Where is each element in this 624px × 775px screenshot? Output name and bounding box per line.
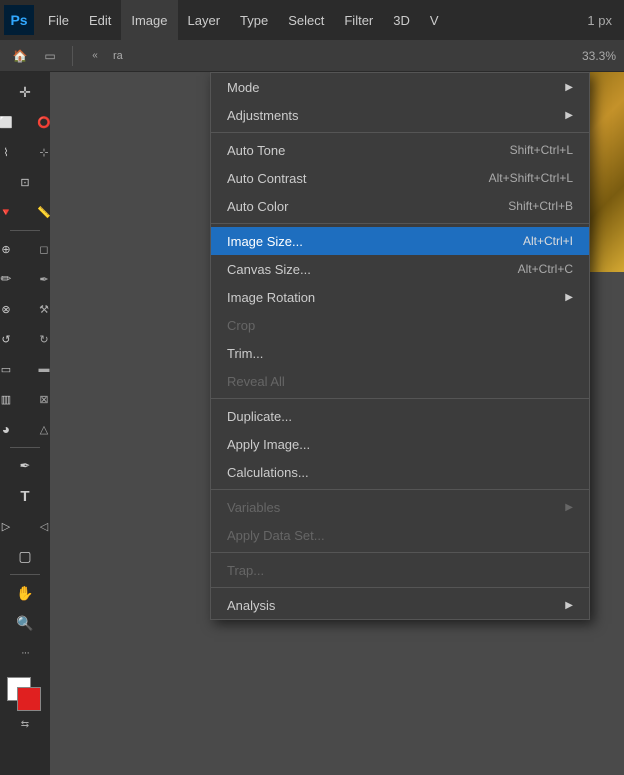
analysis-arrow-icon: ▶	[565, 600, 573, 611]
more-tools[interactable]: ···	[7, 639, 43, 667]
menu-item-image-rotation[interactable]: Image Rotation ▶	[211, 283, 589, 311]
menu-item-canvas-size[interactable]: Canvas Size... Alt+Ctrl+C	[211, 255, 589, 283]
secondary-toolbar: 🏠 ▭ « ra 33.3%	[0, 40, 624, 72]
image-dropdown-menu: Mode ▶ Adjustments ▶ Auto Tone Shift+Ctr…	[210, 72, 590, 620]
menu-item-trap: Trap...	[211, 556, 589, 584]
tool-separator-2	[10, 447, 40, 448]
toolbar-separator	[72, 46, 73, 66]
menu-select[interactable]: Select	[278, 0, 334, 40]
lasso-tool[interactable]: ⌇	[0, 138, 24, 166]
color-swatches	[7, 677, 43, 713]
spot-healing-tool[interactable]: ⊕	[0, 235, 24, 263]
menu-edit[interactable]: Edit	[79, 0, 121, 40]
text-tool[interactable]: T	[7, 482, 43, 510]
new-doc-icon[interactable]: ▭	[38, 44, 62, 68]
hand-tool[interactable]: ✋	[7, 579, 43, 607]
home-icon[interactable]: 🏠	[8, 44, 32, 68]
path-selection-tool[interactable]: ▷	[0, 512, 24, 540]
history-brush-tool[interactable]: ↺	[0, 325, 24, 353]
menu-view[interactable]: V	[420, 0, 449, 40]
menu-item-adjustments[interactable]: Adjustments ▶	[211, 101, 589, 129]
tool-separator-3	[10, 574, 40, 575]
menu-item-crop: Crop	[211, 311, 589, 339]
variables-arrow-icon: ▶	[565, 502, 573, 513]
gradient-tool[interactable]: ▥	[0, 385, 24, 413]
dodge-tool[interactable]: ◕	[0, 415, 24, 443]
shape-tool[interactable]: ▢	[7, 542, 43, 570]
crop-tool[interactable]: ⊡	[7, 168, 43, 196]
menu-divider-3	[211, 398, 589, 399]
menu-item-auto-color[interactable]: Auto Color Shift+Ctrl+B	[211, 192, 589, 220]
foreground-color-swatch[interactable]	[17, 687, 41, 711]
menu-item-image-size[interactable]: Image Size... Alt+Ctrl+I	[211, 227, 589, 255]
toolbar-mode-label: ra	[113, 50, 123, 62]
menu-divider-1	[211, 132, 589, 133]
menu-file[interactable]: File	[38, 0, 79, 40]
ps-logo: Ps	[4, 5, 34, 35]
eraser-tool[interactable]: ▭	[0, 355, 24, 383]
menu-bar-right: 1 px	[587, 13, 620, 28]
menu-item-auto-contrast[interactable]: Auto Contrast Alt+Shift+Ctrl+L	[211, 164, 589, 192]
menu-divider-6	[211, 587, 589, 588]
tool-separator-1	[10, 230, 40, 231]
menu-3d[interactable]: 3D	[383, 0, 420, 40]
left-sidebar: ✛ ⬜ ⭕ ⌇ ⊹ ⊡ 🔻 📏 ⊕ ◻ ✏ ✒ ⊗ ⚒ ↺ ↻	[0, 72, 50, 775]
menu-filter[interactable]: Filter	[334, 0, 383, 40]
adjustments-arrow-icon: ▶	[565, 110, 573, 121]
collapse-icon[interactable]: «	[83, 44, 107, 68]
pen-tool[interactable]: ✒	[7, 452, 43, 480]
menu-image[interactable]: Image	[121, 0, 177, 40]
menu-type[interactable]: Type	[230, 0, 278, 40]
eyedropper-tool[interactable]: 🔻	[0, 198, 24, 226]
menu-item-reveal-all: Reveal All	[211, 367, 589, 395]
zoom-level: 33.3%	[582, 49, 616, 63]
swap-colors-icon[interactable]: ⇆	[21, 719, 29, 730]
image-rotation-arrow-icon: ▶	[565, 292, 573, 303]
menu-item-auto-tone[interactable]: Auto Tone Shift+Ctrl+L	[211, 136, 589, 164]
mode-arrow-icon: ▶	[565, 82, 573, 93]
menu-item-variables: Variables ▶	[211, 493, 589, 521]
menu-item-trim[interactable]: Trim...	[211, 339, 589, 367]
move-tool[interactable]: ✛	[7, 78, 43, 106]
menu-divider-5	[211, 552, 589, 553]
menu-item-mode[interactable]: Mode ▶	[211, 73, 589, 101]
canvas-area: Mode ▶ Adjustments ▶ Auto Tone Shift+Ctr…	[50, 72, 624, 775]
menu-item-calculations[interactable]: Calculations...	[211, 458, 589, 486]
menu-item-analysis[interactable]: Analysis ▶	[211, 591, 589, 619]
menu-item-apply-data-set: Apply Data Set...	[211, 521, 589, 549]
zoom-tool[interactable]: 🔍	[7, 609, 43, 637]
rectangular-marquee-tool[interactable]: ⬜	[0, 108, 24, 136]
menu-layer[interactable]: Layer	[178, 0, 231, 40]
menu-item-duplicate[interactable]: Duplicate...	[211, 402, 589, 430]
clone-stamp-tool[interactable]: ⊗	[0, 295, 24, 323]
menu-divider-4	[211, 489, 589, 490]
brush-tool[interactable]: ✏	[0, 265, 24, 293]
menu-divider-2	[211, 223, 589, 224]
menu-item-apply-image[interactable]: Apply Image...	[211, 430, 589, 458]
menu-bar: Ps File Edit Image Layer Type Select Fil…	[0, 0, 624, 40]
main-area: ✛ ⬜ ⭕ ⌇ ⊹ ⊡ 🔻 📏 ⊕ ◻ ✏ ✒ ⊗ ⚒ ↺ ↻	[0, 72, 624, 775]
